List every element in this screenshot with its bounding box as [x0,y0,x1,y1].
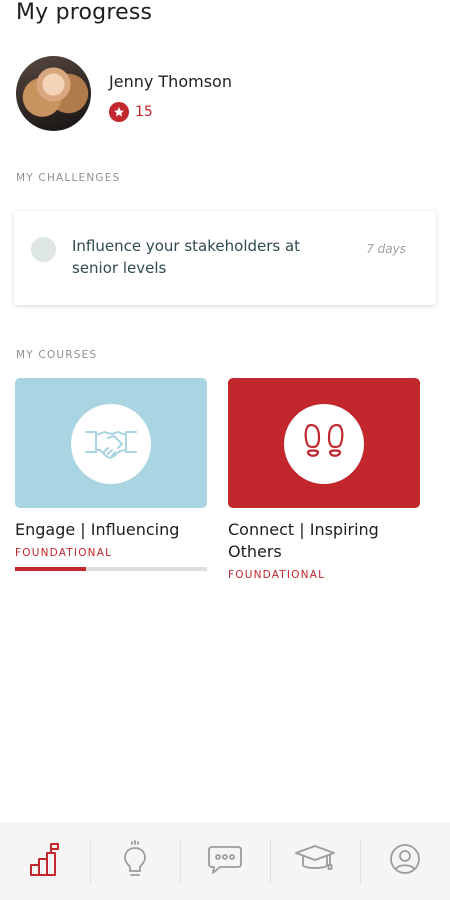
points-count: 15 [135,104,153,120]
page-title: My progress [16,0,153,25]
course-tile[interactable] [228,378,420,508]
courses-section-label: MY COURSES [16,349,98,361]
challenges-section-label: MY CHALLENGES [16,172,121,184]
avatar[interactable] [16,56,91,131]
progress-icon [28,841,62,881]
challenge-duration: 7 days [366,242,406,256]
course-card-engage[interactable]: Engage | Influencing FOUNDATIONAL [15,378,207,571]
nav-progress[interactable] [0,822,90,900]
nav-chat[interactable] [180,822,270,900]
handshake-icon [71,404,151,484]
graduation-cap-icon [294,843,336,879]
nav-courses[interactable] [270,822,360,900]
challenge-title: Influence your stakeholders at senior le… [72,237,301,277]
user-name: Jenny Thomson [109,72,232,91]
course-card-connect[interactable]: Connect | Inspiring Others FOUNDATIONAL [228,378,420,581]
bottom-nav [0,822,450,900]
course-title: Engage | Influencing [15,520,180,539]
course-progress-bar [15,567,207,571]
challenge-status-icon [31,237,56,262]
star-icon [109,102,129,122]
challenge-card[interactable]: Influence your stakeholders at senior le… [14,211,436,305]
chat-icon [207,843,243,879]
course-tile[interactable] [15,378,207,508]
footprints-icon [284,404,364,484]
profile-icon [389,843,421,879]
course-level: FOUNDATIONAL [228,569,326,581]
lightbulb-icon [120,840,150,882]
nav-ideas[interactable] [90,822,180,900]
nav-profile[interactable] [360,822,450,900]
course-level: FOUNDATIONAL [15,547,113,559]
course-progress-fill [15,567,87,571]
course-title: Connect | Inspiring Others [228,520,379,561]
profile-summary: Jenny Thomson 15 [16,56,436,132]
points-badge: 15 [109,102,153,122]
